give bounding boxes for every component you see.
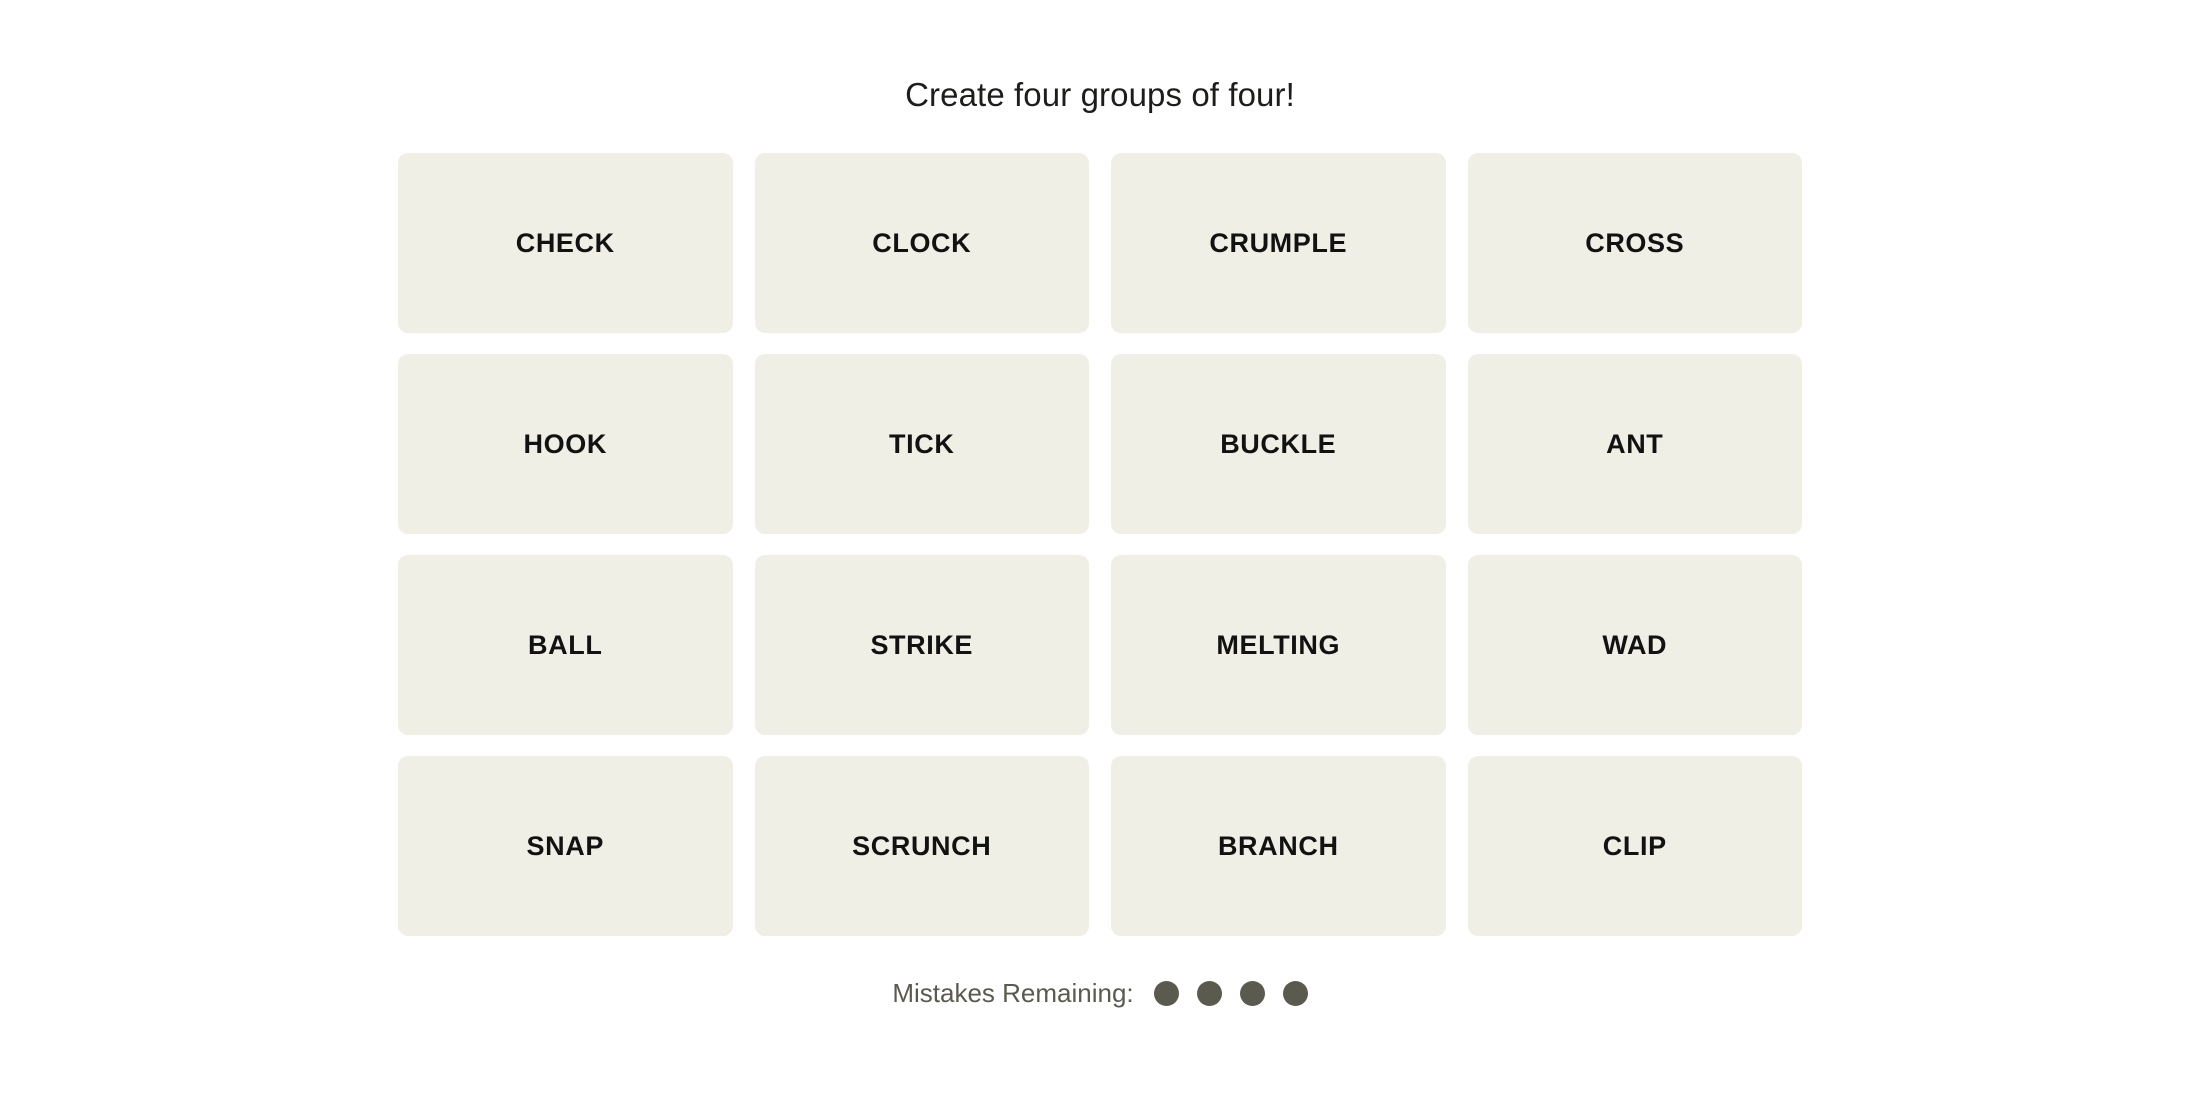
word-tile-label: CROSS — [1585, 227, 1685, 258]
word-tile[interactable]: TICK — [754, 354, 1089, 534]
word-tile[interactable]: BRANCH — [1111, 756, 1446, 936]
word-tile[interactable]: CHECK — [398, 153, 733, 333]
word-tile-label: CRUMPLE — [1209, 227, 1348, 258]
word-tile[interactable]: ANT — [1467, 354, 1802, 534]
mistake-dot-2 — [1196, 980, 1222, 1006]
word-tile-label: BUCKLE — [1220, 428, 1337, 459]
mistake-dot-1 — [1153, 980, 1179, 1006]
word-tile-label: SCRUNCH — [852, 830, 992, 861]
word-tile[interactable]: BUCKLE — [1111, 354, 1446, 534]
word-tile-label: STRIKE — [870, 629, 974, 660]
word-tile[interactable]: SNAP — [398, 756, 733, 936]
word-tile-label: CLOCK — [872, 227, 972, 258]
word-tile-label: SNAP — [526, 830, 604, 861]
word-tile[interactable]: CROSS — [1467, 153, 1802, 333]
word-tile-label: BRANCH — [1217, 830, 1339, 861]
page-title: Create four groups of four! — [905, 76, 1295, 113]
word-tile[interactable]: WAD — [1467, 555, 1802, 735]
word-tile[interactable]: CRUMPLE — [1111, 153, 1446, 333]
word-tile[interactable]: STRIKE — [754, 555, 1089, 735]
mistakes-remaining: Mistakes Remaining: — [892, 978, 1308, 1008]
word-tile[interactable]: BALL — [398, 555, 733, 735]
mistake-dot-3 — [1239, 980, 1265, 1006]
mistakes-remaining-label: Mistakes Remaining: — [892, 978, 1134, 1008]
mistake-dots — [1153, 980, 1308, 1006]
connections-game: Create four groups of four! CHECK CLOCK CR… — [0, 0, 2200, 1100]
word-tile-label: WAD — [1602, 629, 1668, 660]
board-container: CHECK CLOCK CRUMPLE CROSS HOOK TICK BUCKLE ANT B… — [398, 153, 1802, 936]
word-tile-label: CHECK — [515, 227, 615, 258]
word-tile-label: ANT — [1606, 428, 1664, 459]
word-tile[interactable]: MELTING — [1111, 555, 1446, 735]
word-tile-label: MELTING — [1216, 629, 1341, 660]
word-tile-label: TICK — [889, 428, 955, 459]
word-grid: CHECK CLOCK CRUMPLE CROSS HOOK TICK BUCKLE ANT B… — [398, 153, 1802, 936]
mistake-dot-4 — [1282, 980, 1308, 1006]
word-tile-label: CLIP — [1602, 830, 1667, 861]
word-tile[interactable]: CLOCK — [754, 153, 1089, 333]
word-tile[interactable]: HOOK — [398, 354, 733, 534]
word-tile-label: HOOK — [523, 428, 607, 459]
word-tile[interactable]: SCRUNCH — [754, 756, 1089, 936]
word-tile[interactable]: CLIP — [1467, 756, 1802, 936]
word-tile-label: BALL — [528, 629, 603, 660]
